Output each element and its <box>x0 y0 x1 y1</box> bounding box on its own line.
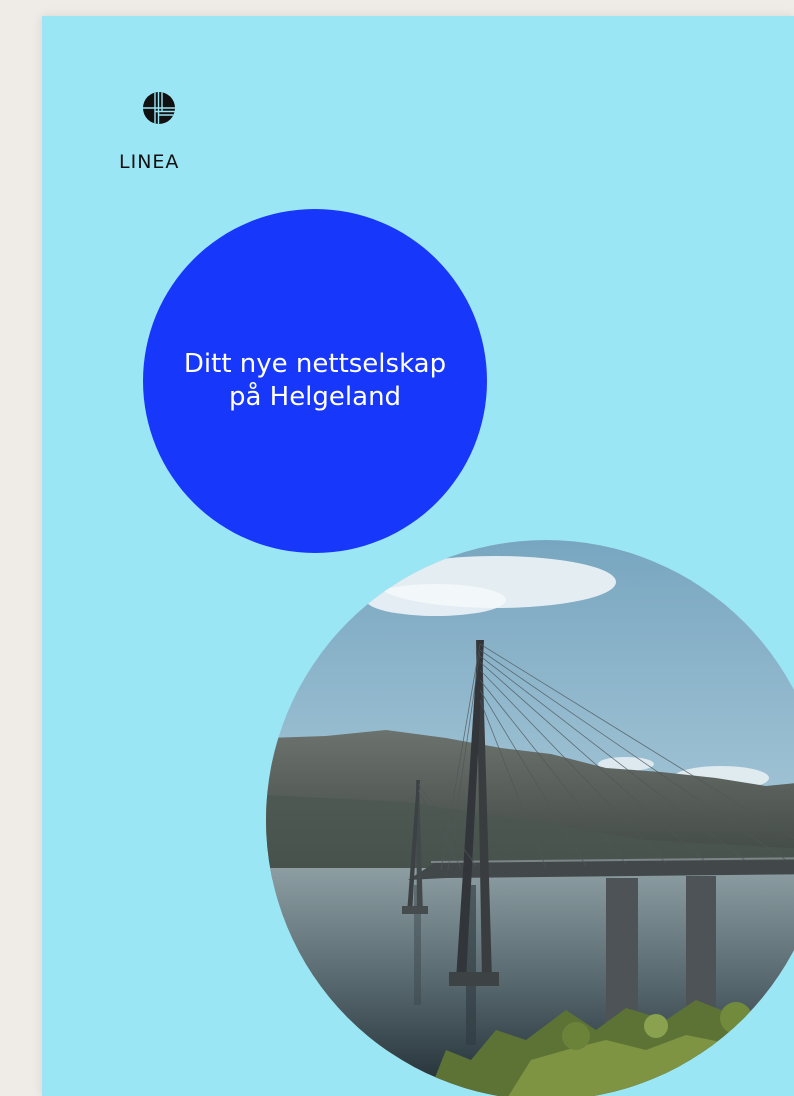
bridge-over-fjord-photo <box>266 540 794 1096</box>
brochure-cover: LINEA Ditt nye nettselskap på Helgeland <box>42 16 794 1096</box>
headline-circle: Ditt nye nettselskap på Helgeland <box>143 209 487 553</box>
brand-name: LINEA <box>119 151 180 173</box>
bridge-photo <box>266 540 794 1096</box>
linea-grid-logo-icon <box>143 92 175 124</box>
headline: Ditt nye nettselskap på Helgeland <box>183 349 447 412</box>
